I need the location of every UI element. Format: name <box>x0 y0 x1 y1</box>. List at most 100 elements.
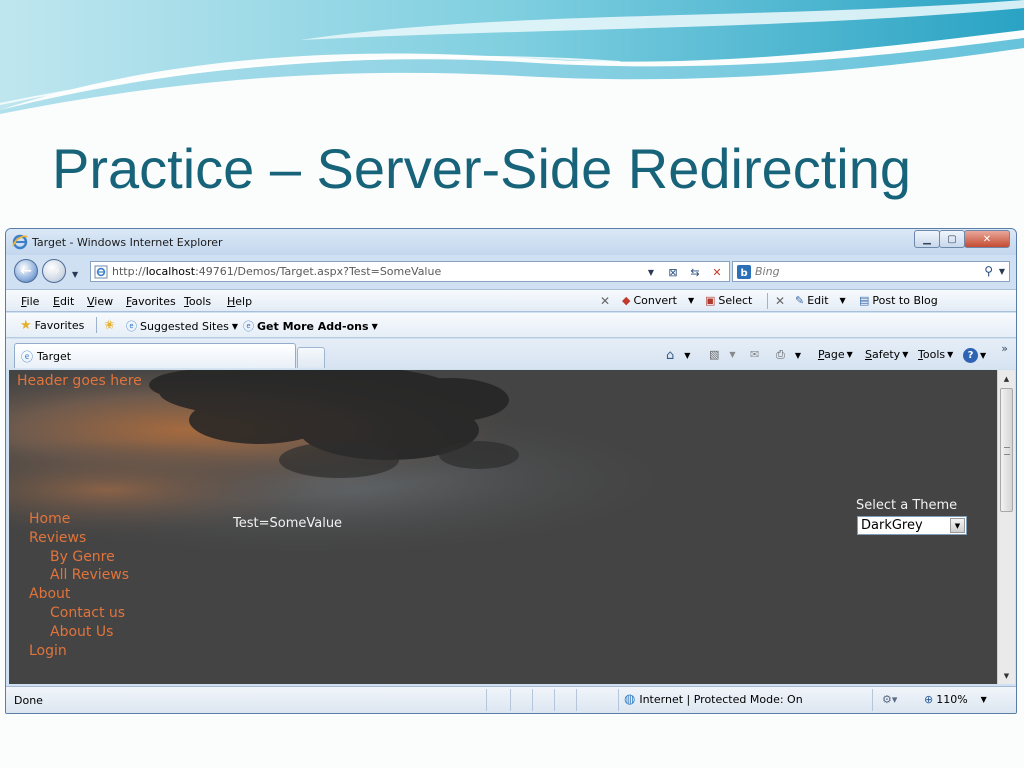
tab-target[interactable]: ⓔ Target <box>14 343 296 368</box>
favorites-button[interactable]: ★ Favorites <box>20 318 84 333</box>
close-toolbar-icon[interactable]: ✕ <box>600 294 610 308</box>
search-icon[interactable]: ⚲ <box>984 264 993 278</box>
svg-text:b: b <box>741 268 748 279</box>
safety-dropdown-icon: ▼ <box>902 350 909 359</box>
suggested-sites-icon: ⓔ <box>126 320 137 333</box>
menu-file[interactable]: File <box>21 295 39 308</box>
favorites-bar: ★ Favorites ✬ ⓔ Suggested Sites ▼ ⓔ Get … <box>6 313 1016 338</box>
minimize-button[interactable]: ▁ <box>914 230 940 248</box>
compatibility-view-icon[interactable]: ⊠ <box>663 263 683 281</box>
site-navigation-menu: Home Reviews By Genre All Reviews About … <box>29 510 129 660</box>
tab-ie-icon: ⓔ <box>21 349 34 364</box>
status-divider <box>486 689 487 711</box>
header-background-image <box>9 370 997 570</box>
nav-login[interactable]: Login <box>29 642 129 661</box>
new-tab-button[interactable] <box>297 347 325 368</box>
more-commands-icon[interactable]: » <box>1001 342 1008 355</box>
maximize-button[interactable]: ▢ <box>939 230 965 248</box>
nav-reviews[interactable]: Reviews <box>29 529 129 548</box>
query-string-text: Test=SomeValue <box>233 516 343 531</box>
address-bar[interactable]: http://localhost:49761/Demos/Target.aspx… <box>90 261 730 282</box>
help-button[interactable]: ? ▼ <box>963 348 986 363</box>
tools-menu[interactable]: Tools ▼ <box>918 348 953 361</box>
nav-contact-us[interactable]: Contact us <box>29 604 129 623</box>
protected-mode-icon[interactable]: ⚙▾ <box>882 693 897 706</box>
nav-about[interactable]: About <box>29 585 129 604</box>
post-to-blog-button[interactable]: ▤ Post to Blog <box>859 294 938 307</box>
minimize-icon: ▁ <box>923 233 931 245</box>
close-icon: ✕ <box>982 233 992 245</box>
zoom-dropdown-icon: ▼ <box>980 695 987 704</box>
print-icon: ⎙ <box>776 348 785 361</box>
close-button[interactable]: ✕ <box>964 230 1010 248</box>
search-box[interactable]: b Bing ⚲ ▼ <box>732 261 1010 282</box>
suggested-dropdown-icon: ▼ <box>231 321 238 331</box>
read-mail-button[interactable]: ✉ <box>750 348 759 361</box>
menu-help[interactable]: Help <box>227 295 252 308</box>
convert-dropdown-icon: ▼ <box>687 296 695 305</box>
back-button[interactable]: ← <box>14 259 38 283</box>
search-options-dropdown-icon[interactable]: ▼ <box>999 267 1005 276</box>
addons-icon: ⓔ <box>243 320 254 333</box>
convert-button[interactable]: ◆ Convert ▼ <box>622 294 694 307</box>
page-menu[interactable]: Page ▼ <box>818 348 853 361</box>
address-dropdown-icon[interactable]: ▼ <box>641 263 661 281</box>
add-to-favorites-button[interactable]: ✬ <box>104 318 115 333</box>
get-more-addons-link[interactable]: ⓔ Get More Add-ons ▼ <box>243 318 378 334</box>
scroll-up-icon[interactable]: ▲ <box>998 370 1015 387</box>
favorites-star-icon: ★ <box>20 318 32 333</box>
select-button[interactable]: ▣ Select <box>705 294 752 307</box>
scroll-thumb[interactable] <box>1000 388 1013 512</box>
print-button[interactable]: ⎙ ▼ <box>776 348 801 362</box>
window-title: Target - Windows Internet Explorer <box>32 236 223 249</box>
slide-wave-decoration <box>0 0 1024 114</box>
tab-label: Target <box>37 349 72 363</box>
nav-by-genre[interactable]: By Genre <box>29 548 129 567</box>
convert-icon: ◆ <box>622 294 631 307</box>
back-arrow-icon: ← <box>20 263 32 279</box>
addons-dropdown-icon: ▼ <box>371 321 378 331</box>
nav-all-reviews[interactable]: All Reviews <box>29 566 129 585</box>
navigation-bar: ← → ▼ http://localhost:49761/Demos/Targe… <box>6 257 1016 287</box>
address-url: http://localhost:49761/Demos/Target.aspx… <box>112 265 442 278</box>
menu-view[interactable]: View <box>87 295 113 308</box>
scroll-down-icon[interactable]: ▼ <box>998 667 1015 684</box>
refresh-icon[interactable]: ⇆ <box>685 263 705 281</box>
tools-dropdown-icon: ▼ <box>947 350 954 359</box>
theme-select[interactable]: DarkGrey ▼ <box>857 516 967 535</box>
internet-globe-icon: ◍ <box>624 692 636 707</box>
theme-selected-value: DarkGrey <box>861 518 923 533</box>
browser-window: Target - Windows Internet Explorer ▁ ▢ ✕… <box>5 228 1017 714</box>
help-dropdown-icon: ▼ <box>980 351 987 360</box>
security-zone[interactable]: ◍ Internet | Protected Mode: On <box>624 692 803 707</box>
theme-label: Select a Theme <box>856 498 958 513</box>
suggested-sites-link[interactable]: ⓔ Suggested Sites ▼ <box>126 318 238 334</box>
address-tools: ▼ ⊠ ⇆ ✕ <box>641 263 727 281</box>
vertical-scrollbar[interactable]: ▲ ▼ <box>997 370 1015 684</box>
recent-pages-dropdown-icon[interactable]: ▼ <box>72 270 78 279</box>
home-button[interactable]: ⌂ ▼ <box>666 348 690 363</box>
menu-tools[interactable]: Tools <box>184 295 211 308</box>
edit-icon: ✎ <box>795 294 805 307</box>
theme-dropdown-icon[interactable]: ▼ <box>950 518 965 533</box>
status-bar: Done ◍ Internet | Protected Mode: On ⚙▾ … <box>6 686 1016 713</box>
feeds-icon: ▧ <box>709 348 720 361</box>
zoom-level[interactable]: ⊕ 110% ▼ <box>924 693 987 706</box>
bing-icon: b <box>737 264 751 279</box>
close-toolbar-2-icon[interactable]: ✕ <box>775 294 785 308</box>
status-divider <box>532 689 533 711</box>
forward-button[interactable]: → <box>42 259 66 283</box>
favorites-separator <box>96 317 97 333</box>
caption-buttons: ▁ ▢ ✕ <box>914 230 1010 248</box>
edit-button[interactable]: ✎ Edit ▼ <box>795 294 846 307</box>
safety-menu[interactable]: Safety ▼ <box>865 348 908 361</box>
page-ie-icon <box>94 265 108 278</box>
add-favorite-icon: ✬ <box>104 318 115 333</box>
menu-favorites[interactable]: Favorites <box>126 295 176 308</box>
stop-icon[interactable]: ✕ <box>707 263 727 281</box>
nav-about-us[interactable]: About Us <box>29 623 129 642</box>
scroll-grip-icon <box>1004 447 1010 455</box>
menu-edit[interactable]: Edit <box>53 295 74 308</box>
nav-home[interactable]: Home <box>29 510 129 529</box>
feeds-button[interactable]: ▧ ▼ <box>709 348 736 361</box>
